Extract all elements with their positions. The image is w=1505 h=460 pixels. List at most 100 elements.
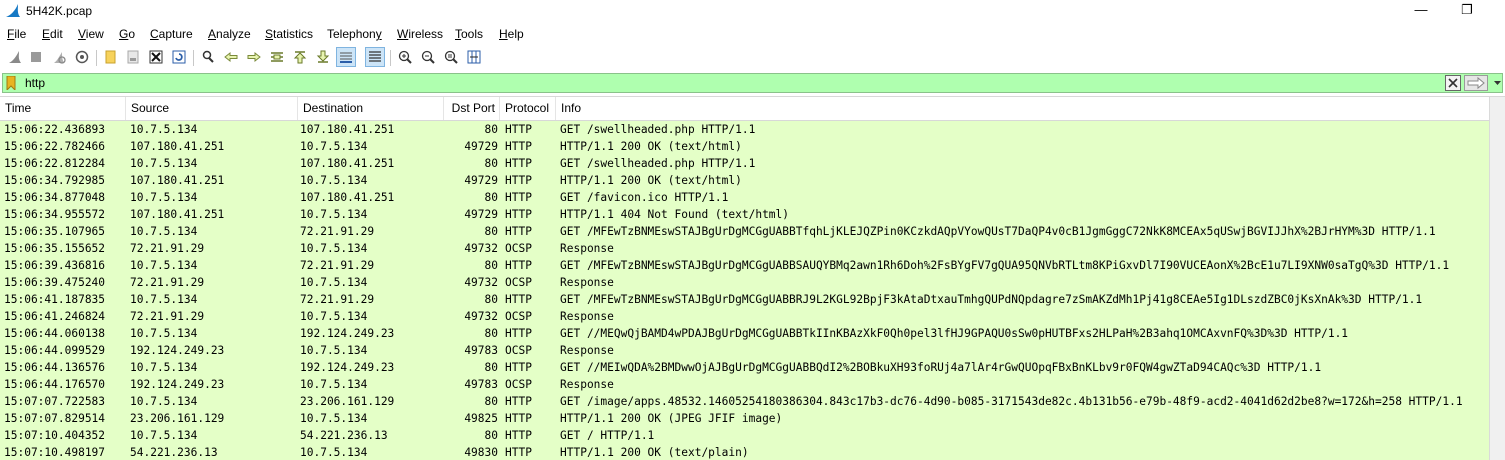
packet-source: 72.21.91.29 [130,310,205,323]
packet-dst-port: 49825 [464,412,498,425]
menu-item-5[interactable]: Analyze [208,27,251,41]
reload-file-icon[interactable] [170,48,188,66]
packet-destination: 72.21.91.29 [300,293,375,306]
packet-dst-port: 80 [484,123,498,136]
go-forward-icon[interactable] [245,48,263,66]
table-row[interactable]: 15:07:10.404352 10.7.5.134 54.221.236.13 80… [0,427,1489,444]
table-row[interactable]: 15:06:39.475240 72.21.91.29 10.7.5.134 4973… [0,274,1489,291]
stop-icon[interactable] [27,48,45,66]
packet-protocol: OCSP [505,344,532,357]
table-row[interactable]: 15:06:41.246824 72.21.91.29 10.7.5.134 4973… [0,308,1489,325]
packet-dst-port: 80 [484,293,498,306]
packet-destination: 10.7.5.134 [300,310,368,323]
packet-destination: 72.21.91.29 [300,259,375,272]
packet-destination: 10.7.5.134 [300,412,368,425]
menu-item-8[interactable]: Wireless [397,27,443,41]
packet-protocol: HTTP [505,225,532,238]
menu-item-7[interactable]: Telephony [327,27,382,41]
column-header-source[interactable]: Source [126,97,298,120]
packet-dst-port: 80 [484,259,498,272]
zoom-out-icon[interactable] [419,48,437,66]
packet-source: 10.7.5.134 [130,361,198,374]
table-row[interactable]: 15:06:44.099529 192.124.249.23 10.7.5.134 4… [0,342,1489,359]
autoscroll-icon[interactable] [336,47,356,67]
packet-time: 15:06:41.246824 [4,310,106,323]
clear-filter-icon[interactable] [1445,75,1461,91]
go-back-icon[interactable] [222,48,240,66]
menu-mnemonic: W [397,27,409,41]
menu-mnemonic: G [119,27,129,41]
packet-list-header: Time Source Destination Dst Port Protoco… [0,97,1489,121]
menu-item-9[interactable]: Tools [455,27,483,41]
chevron-down-icon[interactable] [1492,75,1503,91]
column-header-protocol[interactable]: Protocol [500,97,556,120]
menu-label: o [128,27,136,41]
menu-item-2[interactable]: View [78,27,104,41]
zoom-in-icon[interactable] [396,48,414,66]
table-row[interactable]: 15:06:34.792985 107.180.41.251 10.7.5.134 4… [0,172,1489,189]
table-row[interactable]: 15:06:35.155652 72.21.91.29 10.7.5.134 4973… [0,240,1489,257]
table-row[interactable]: 15:06:34.877048 10.7.5.134 107.180.41.251 8… [0,189,1489,206]
packet-dst-port: 49783 [464,344,498,357]
menu-mnemonic: E [42,27,51,41]
restart-icon[interactable] [50,48,68,66]
main-toolbar [0,46,1505,70]
column-header-time[interactable]: Time [0,97,126,120]
bookmark-icon[interactable] [6,76,16,90]
vertical-scrollbar[interactable] [1489,97,1505,460]
menu-item-4[interactable]: Capture [150,27,193,41]
menu-item-10[interactable]: Help [499,27,524,41]
table-row[interactable]: 15:07:07.722583 10.7.5.134 23.206.161.129 8… [0,393,1489,410]
menu-item-0[interactable]: File [7,27,26,41]
packet-info: HTTP/1.1 404 Not Found (text/html) [560,208,790,221]
menu-item-1[interactable]: Edit [42,27,63,41]
table-row[interactable]: 15:06:44.136576 10.7.5.134 192.124.249.23 8… [0,359,1489,376]
maximize-button[interactable]: ❐ [1444,0,1490,22]
first-packet-icon[interactable] [291,48,309,66]
column-header-info[interactable]: Info [556,97,1489,120]
menu-mnemonic: S [265,27,274,41]
column-header-destination[interactable]: Destination [298,97,444,120]
shark-fin-start-icon[interactable] [6,48,24,66]
toolbar-separator [390,50,391,66]
table-row[interactable]: 15:06:34.955572 107.180.41.251 10.7.5.134 4… [0,206,1489,223]
table-row[interactable]: 15:07:10.498197 54.221.236.13 10.7.5.134 49… [0,444,1489,460]
packet-dst-port: 49732 [464,242,498,255]
display-filter-input[interactable] [25,75,1425,91]
packet-time: 15:06:22.812284 [4,157,106,170]
colorize-icon[interactable] [365,47,385,67]
find-packet-icon[interactable] [199,48,217,66]
wireshark-fin-icon [6,4,20,17]
packet-protocol: HTTP [505,429,532,442]
table-row[interactable]: 15:06:22.782466 107.180.41.251 10.7.5.134 4… [0,138,1489,155]
last-packet-icon[interactable] [314,48,332,66]
table-row[interactable]: 15:07:07.829514 23.206.161.129 10.7.5.134 4… [0,410,1489,427]
toolbar-separator [96,50,97,66]
table-row[interactable]: 15:06:22.436893 10.7.5.134 107.180.41.251 8… [0,121,1489,138]
table-row[interactable]: 15:06:35.107965 10.7.5.134 72.21.91.29 80 HT… [0,223,1489,240]
packet-source: 192.124.249.23 [130,344,225,357]
open-file-icon[interactable] [101,48,119,66]
apply-filter-arrow-icon[interactable] [1464,75,1488,91]
menu-bar: File Edit View Go Capture Analyze Statistics Te… [0,25,1505,44]
save-file-icon[interactable] [124,48,142,66]
table-row[interactable]: 15:06:22.812284 10.7.5.134 107.180.41.251 8… [0,155,1489,172]
packet-info: Response [560,310,614,323]
table-row[interactable]: 15:06:44.060138 10.7.5.134 192.124.249.23 8… [0,325,1489,342]
minimize-button[interactable]: — [1398,0,1444,22]
packet-protocol: HTTP [505,208,532,221]
table-row[interactable]: 15:06:39.436816 10.7.5.134 72.21.91.29 80 HT… [0,257,1489,274]
menu-item-3[interactable]: Go [119,27,135,41]
zoom-normal-icon[interactable] [442,48,460,66]
menu-item-6[interactable]: Statistics [265,27,313,41]
go-to-packet-icon[interactable] [268,48,286,66]
packet-rows: 15:06:22.436893 10.7.5.134 107.180.41.251 8… [0,121,1489,460]
packet-source: 10.7.5.134 [130,327,198,340]
resize-columns-icon[interactable] [465,48,483,66]
capture-options-icon[interactable] [73,48,91,66]
close-file-icon[interactable] [147,48,165,66]
table-row[interactable]: 15:06:44.176570 192.124.249.23 10.7.5.134 4… [0,376,1489,393]
packet-destination: 10.7.5.134 [300,140,368,153]
table-row[interactable]: 15:06:41.187835 10.7.5.134 72.21.91.29 80 HT… [0,291,1489,308]
column-header-dst-port[interactable]: Dst Port [444,97,500,120]
